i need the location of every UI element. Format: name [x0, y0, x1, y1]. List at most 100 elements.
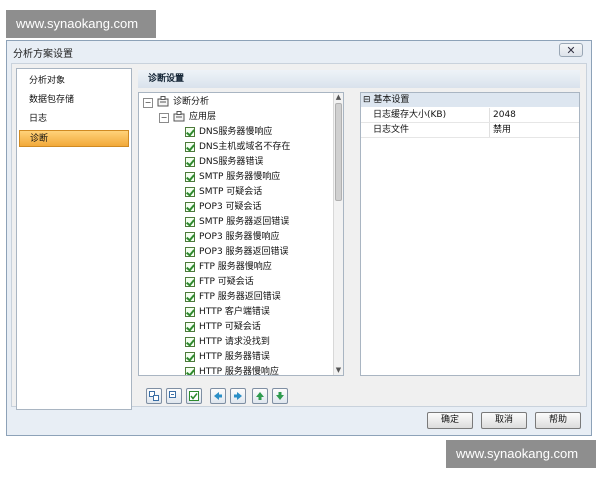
move-right-icon [234, 392, 242, 400]
property-value[interactable]: 禁用 [493, 123, 511, 137]
nav-item-diagnosis[interactable]: 诊断 [19, 130, 129, 147]
tree-item[interactable]: SMTP 可疑会话 [185, 185, 335, 200]
checkbox-checked-icon[interactable] [185, 291, 195, 302]
folder-tree-icon [157, 96, 169, 107]
tree-item-label: SMTP 服务器慢响应 [199, 172, 281, 182]
move-right-button[interactable] [230, 388, 246, 404]
diagnosis-panel: 诊断设置 − 诊断分析 − 应用层 DNS服务器慢响应 DNS主机或域名不存在 … [138, 70, 580, 406]
property-category-label: 基本设置 [373, 95, 410, 105]
property-category[interactable]: ⊟ 基本设置 [361, 93, 579, 107]
ok-button[interactable]: 确定 [427, 412, 473, 429]
property-value[interactable]: 2048 [493, 108, 516, 122]
property-key: 日志文件 [373, 125, 410, 135]
dialog-content: 分析对象 数据包存储 日志 诊断 诊断设置 − 诊断分析 − 应用层 DNS服务… [11, 63, 587, 410]
tree-item[interactable]: HTTP 服务器错误 [185, 350, 335, 365]
property-grid: ⊟ 基本设置 日志缓存大小(KB) 2048 日志文件 禁用 [360, 92, 580, 376]
checkbox-checked-icon[interactable] [185, 336, 195, 347]
tree-item-label: FTP 可疑会话 [199, 277, 254, 287]
expand-all-button[interactable] [146, 388, 162, 404]
tree-item[interactable]: HTTP 服务器慢响应 [185, 365, 335, 375]
checkbox-checked-icon[interactable] [185, 246, 195, 257]
tree-item-label: POP3 服务器慢响应 [199, 232, 280, 242]
collapse-all-icon [169, 391, 176, 398]
scroll-up-icon[interactable]: ▲ [334, 93, 343, 102]
property-divider [489, 123, 490, 137]
tree-item-label: DNS主机或域名不存在 [199, 142, 291, 152]
tree-item[interactable]: FTP 服务器返回错误 [185, 290, 335, 305]
tree-item[interactable]: DNS服务器慢响应 [185, 125, 335, 140]
property-row-log-file[interactable]: 日志文件 禁用 [361, 123, 579, 138]
settings-dialog: 分析方案设置 ✕ 分析对象 数据包存储 日志 诊断 诊断设置 − 诊断分析 − … [6, 40, 592, 436]
checkbox-checked-icon[interactable] [185, 321, 195, 332]
nav-item-analysis-object[interactable]: 分析对象 [19, 73, 129, 90]
checkbox-checked-icon[interactable] [185, 351, 195, 362]
tree-node-application-layer[interactable]: − 应用层 [155, 110, 335, 125]
tree-item[interactable]: HTTP 请求没找到 [185, 335, 335, 350]
tree-node-root[interactable]: − 诊断分析 [139, 95, 329, 110]
checkbox-checked-icon[interactable] [185, 201, 195, 212]
checkbox-checked-icon[interactable] [185, 171, 195, 182]
watermark-top: www.synaokang.com [6, 10, 156, 38]
tree-item[interactable]: SMTP 服务器慢响应 [185, 170, 335, 185]
help-button[interactable]: 帮助 [535, 412, 581, 429]
check-all-icon [189, 391, 199, 401]
checkbox-checked-icon[interactable] [185, 126, 195, 137]
category-nav: 分析对象 数据包存储 日志 诊断 [16, 68, 132, 410]
tree-item[interactable]: HTTP 客户端错误 [185, 305, 335, 320]
checkbox-checked-icon[interactable] [185, 306, 195, 317]
checkbox-checked-icon[interactable] [185, 156, 195, 167]
checkbox-checked-icon[interactable] [185, 366, 195, 375]
section-title: 诊断设置 [138, 70, 580, 88]
tree-item[interactable]: DNS主机或域名不存在 [185, 140, 335, 155]
close-button[interactable]: ✕ [559, 43, 583, 57]
tree-item-label: HTTP 可疑会话 [199, 322, 261, 332]
nav-item-packet-storage[interactable]: 数据包存储 [19, 92, 129, 109]
diagnosis-tree: − 诊断分析 − 应用层 DNS服务器慢响应 DNS主机或域名不存在 DNS服务… [138, 92, 344, 376]
tree-item-label: POP3 可疑会话 [199, 202, 262, 212]
tree-item-label: FTP 服务器返回错误 [199, 292, 281, 302]
checkbox-checked-icon[interactable] [185, 186, 195, 197]
move-down-icon [276, 392, 284, 400]
checkbox-checked-icon[interactable] [185, 216, 195, 227]
tree-item[interactable]: POP3 服务器慢响应 [185, 230, 335, 245]
property-row-log-cache-size[interactable]: 日志缓存大小(KB) 2048 [361, 108, 579, 123]
collapse-icon[interactable]: − [143, 98, 153, 108]
move-up-button[interactable] [252, 388, 268, 404]
scroll-down-icon[interactable]: ▼ [334, 366, 343, 375]
move-down-button[interactable] [272, 388, 288, 404]
collapse-icon[interactable]: ⊟ [363, 95, 371, 105]
tree-item-label: SMTP 服务器返回错误 [199, 217, 290, 227]
tree-item[interactable]: DNS服务器错误 [185, 155, 335, 170]
tree-item-label: SMTP 可疑会话 [199, 187, 263, 197]
tree-item[interactable]: HTTP 可疑会话 [185, 320, 335, 335]
nav-item-log[interactable]: 日志 [19, 111, 129, 128]
collapse-all-button[interactable] [166, 388, 182, 404]
tree-item[interactable]: FTP 服务器慢响应 [185, 260, 335, 275]
expand-all-icon [149, 391, 159, 401]
checkbox-checked-icon[interactable] [185, 276, 195, 287]
checkbox-checked-icon[interactable] [185, 261, 195, 272]
tree-item[interactable]: FTP 可疑会话 [185, 275, 335, 290]
checkbox-checked-icon[interactable] [185, 141, 195, 152]
tree-item[interactable]: SMTP 服务器返回错误 [185, 215, 335, 230]
scroll-thumb[interactable] [335, 103, 342, 201]
collapse-icon[interactable]: − [159, 113, 169, 123]
checkbox-checked-icon[interactable] [185, 231, 195, 242]
cancel-button[interactable]: 取消 [481, 412, 527, 429]
close-icon: ✕ [566, 44, 576, 57]
check-all-button[interactable] [186, 388, 202, 404]
tree-item[interactable]: POP3 可疑会话 [185, 200, 335, 215]
dialog-title: 分析方案设置 [13, 49, 73, 60]
dialog-footer: 确定 取消 帮助 [7, 409, 593, 435]
tree-node-label: 应用层 [189, 112, 217, 122]
tree-item-label: HTTP 服务器错误 [199, 352, 270, 362]
tree-scrollbar[interactable]: ▲ ▼ [333, 93, 343, 375]
tree-item-label: POP3 服务器返回错误 [199, 247, 289, 257]
property-divider [489, 108, 490, 122]
tree-item-label: FTP 服务器慢响应 [199, 262, 272, 272]
tree-item[interactable]: POP3 服务器返回错误 [185, 245, 335, 260]
folder-tree-icon [173, 111, 185, 122]
move-up-icon [256, 392, 264, 400]
tree-item-label: HTTP 请求没找到 [199, 337, 270, 347]
move-left-button[interactable] [210, 388, 226, 404]
